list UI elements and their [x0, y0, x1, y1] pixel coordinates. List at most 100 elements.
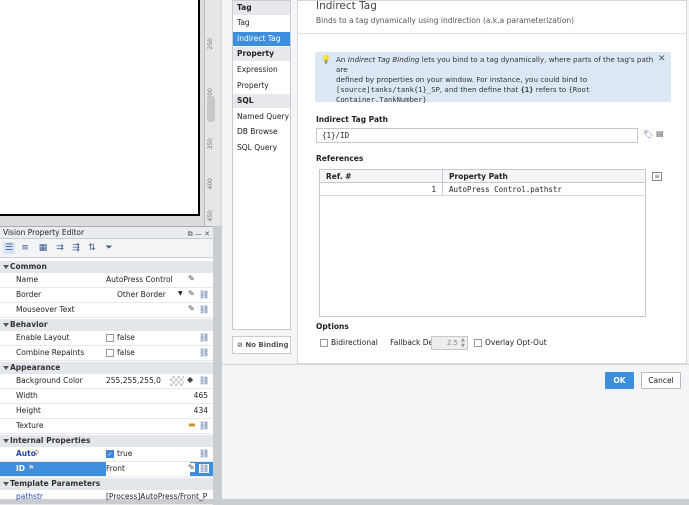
overlay-opt-out-option: Overlay Opt-Out [474, 336, 547, 350]
column-header-ref[interactable]: Ref. # [320, 170, 443, 183]
property-value[interactable]: 255,255,255,0 [106, 374, 170, 388]
bidirectional-checkbox[interactable] [320, 339, 328, 347]
table-cell-ref-number[interactable]: 1 [320, 183, 443, 196]
section-appearance[interactable]: Appearance [0, 362, 213, 374]
basic-view-icon[interactable]: ☰ [3, 242, 15, 254]
binding-link-icon[interactable]: ⛓ [199, 376, 209, 385]
binding-link-icon[interactable]: ⛓ [199, 449, 209, 458]
panel-title: Indirect Tag [316, 0, 377, 12]
ruler-mark: 350 [207, 138, 214, 150]
edit-pencil-icon[interactable]: ✎ [188, 304, 195, 313]
property-row-width[interactable]: Width 465 [0, 389, 213, 404]
property-value[interactable]: 465 [106, 389, 208, 403]
checkbox-checked[interactable]: ✓ [106, 450, 114, 458]
binding-type-tag[interactable]: Tag [233, 16, 290, 30]
property-value-checkbox[interactable]: false [106, 346, 190, 360]
canvas-scrollbar[interactable] [207, 96, 215, 122]
table-cell-property-path[interactable]: AutoPress Control.pathstr [443, 183, 645, 196]
binding-link-icon[interactable]: ⛓ [199, 333, 209, 342]
header-divider [297, 33, 687, 34]
property-row-enable-layout[interactable]: Enable Layout false ⛓ [0, 331, 213, 346]
property-value[interactable]: Front [106, 462, 190, 476]
edit-pencil-icon[interactable]: ✎ [188, 274, 195, 283]
binding-link-icon[interactable]: ⛓ [199, 421, 209, 430]
chevron-down-icon[interactable]: ▼ [178, 290, 183, 297]
property-value[interactable]: AutoPress Control [106, 273, 190, 287]
binding-type-indirect-tag[interactable]: Indirect Tag [233, 32, 290, 46]
property-editor: Vision Property Editor ⧉ — ✕ ☰ ≡ ▦ ⇉ ⇶ ⇅… [0, 226, 213, 505]
color-swatch[interactable] [170, 376, 184, 386]
property-label: Mouseover Text [16, 305, 75, 314]
tag-browse-icon[interactable]: 🏷 [643, 130, 653, 139]
column-header-property-path[interactable]: Property Path [443, 170, 645, 183]
filter-list-icon[interactable]: ≡ [19, 242, 31, 254]
property-row-height[interactable]: Height 434 [0, 404, 213, 419]
property-value[interactable] [106, 419, 190, 433]
expand-icon[interactable]: ⇉ [54, 242, 66, 254]
table-view-icon[interactable]: ▦ [37, 242, 49, 254]
property-row-texture[interactable]: Texture ▬ ⛓ [0, 419, 213, 434]
no-binding-label: No Binding [245, 341, 289, 349]
binding-group-tag: Tag [233, 1, 290, 15]
property-label: pathstr [16, 492, 43, 501]
property-row-auto[interactable]: Auto ⚲ ✓ true ⛓ [0, 447, 213, 462]
section-behavior[interactable]: Behavior [0, 319, 213, 331]
footer-divider [222, 364, 689, 365]
binding-link-icon[interactable]: ⛓ [199, 348, 209, 357]
checkbox-value: false [117, 348, 135, 357]
ruler-mark: 250 [207, 38, 214, 50]
link-icon: ⚲ [34, 449, 40, 457]
insert-reference-icon[interactable]: ▤ [656, 129, 664, 138]
property-row-id[interactable]: ID ⚑ Front ✎ ⛓ [0, 462, 213, 477]
binding-type-sql-query[interactable]: SQL Query [233, 141, 290, 155]
property-value-checkbox[interactable]: false [106, 331, 190, 345]
overlay-opt-out-label: Overlay Opt-Out [485, 338, 547, 347]
panel-subtitle: Binds to a tag dynamically using indirec… [316, 16, 575, 25]
close-icon[interactable]: ✕ [658, 54, 666, 64]
section-common[interactable]: Common [0, 261, 213, 273]
binding-link-icon[interactable]: ⛓ [199, 305, 209, 314]
collapse-icon[interactable]: ⇶ [70, 242, 82, 254]
binding-type-expression[interactable]: Expression [233, 63, 290, 77]
sort-icon[interactable]: ⇅ [86, 242, 98, 254]
indirect-path-input[interactable]: {1}/ID [316, 128, 638, 143]
property-label: Texture [16, 421, 44, 430]
property-label: Combine Repaints [16, 348, 85, 357]
binding-group-property: Property [233, 47, 290, 61]
table-options-icon[interactable]: ≡ [652, 172, 662, 181]
binding-link-icon[interactable]: ⛓ [199, 290, 209, 299]
property-row-background-color[interactable]: Background Color 255,255,255,0 ◆ ⛓ [0, 374, 213, 389]
edit-pencil-icon[interactable]: ✎ [188, 463, 195, 472]
color-picker-icon[interactable]: ◆ [187, 375, 193, 384]
filter-dropdown-icon[interactable]: ⏷ [103, 242, 115, 254]
section-template-parameters[interactable]: Template Parameters [0, 478, 213, 490]
spinner-arrows-icon[interactable]: ▲ ▼ [461, 337, 465, 349]
property-row-name[interactable]: Name AutoPress Control ✎ [0, 273, 213, 288]
binding-group-sql: SQL [233, 94, 290, 108]
cancel-button[interactable]: Cancel [641, 372, 681, 389]
binding-type-db-browse[interactable]: DB Browse [233, 125, 290, 139]
property-row-combine-repaints[interactable]: Combine Repaints false ⛓ [0, 346, 213, 361]
options-row: Bidirectional Fallback Delay [320, 336, 444, 350]
property-row-border[interactable]: Border Other Border ▼ ✎ ⛓ [0, 288, 213, 303]
property-row-pathstr[interactable]: pathstr [Process]AutoPress/Front_P [0, 490, 213, 505]
ruler-mark: 450 [207, 210, 214, 222]
property-row-mouseover[interactable]: Mouseover Text ✎ ⛓ [0, 303, 213, 318]
canvas-window-area[interactable] [0, 0, 200, 216]
binding-type-named-query[interactable]: Named Query [233, 110, 290, 124]
property-value[interactable]: [Process]AutoPress/Front_P [106, 490, 210, 504]
ruler-mark: 400 [207, 178, 214, 190]
property-value-checkbox[interactable]: ✓ true [106, 447, 190, 461]
binding-type-property[interactable]: Property [233, 79, 290, 93]
checkbox[interactable] [106, 334, 114, 342]
no-binding-button[interactable]: ⊘ No Binding [232, 336, 291, 354]
property-value[interactable]: 434 [106, 404, 208, 418]
edit-pencil-icon[interactable]: ✎ [188, 289, 195, 298]
section-internal-properties[interactable]: Internal Properties [0, 435, 213, 447]
property-value[interactable] [106, 303, 190, 317]
overlay-opt-out-checkbox[interactable] [474, 339, 482, 347]
folder-icon[interactable]: ▬ [188, 420, 196, 429]
ok-button[interactable]: OK [605, 372, 634, 389]
checkbox[interactable] [106, 349, 114, 357]
binding-link-icon[interactable]: ⛓ [199, 464, 210, 473]
